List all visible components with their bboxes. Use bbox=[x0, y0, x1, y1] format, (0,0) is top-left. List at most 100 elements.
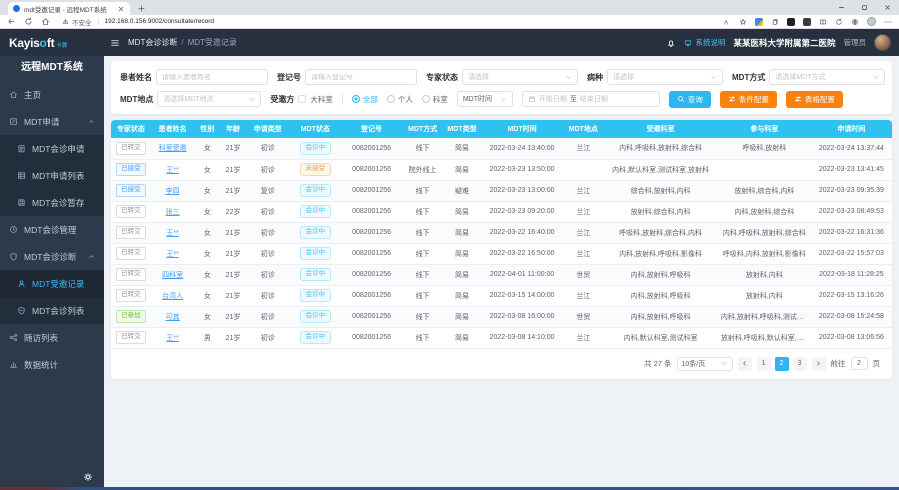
time-field-select[interactable]: MDT时间 bbox=[457, 91, 513, 107]
next-page-button[interactable] bbox=[812, 357, 826, 371]
sidebar-item-mdt-consult-apply[interactable]: MDT会诊申请 bbox=[0, 135, 104, 162]
profile-avatar[interactable] bbox=[867, 17, 876, 26]
system-note-link[interactable]: 系统说明 bbox=[684, 37, 725, 48]
patient-name-link[interactable]: 李四 bbox=[166, 188, 180, 195]
tab-close-icon[interactable] bbox=[117, 5, 125, 13]
patient-name-link[interactable]: 王** bbox=[166, 230, 178, 237]
close-button[interactable] bbox=[876, 0, 899, 14]
disease-select[interactable]: 请选择 bbox=[607, 69, 723, 85]
new-tab-button[interactable] bbox=[137, 4, 146, 13]
cell-mdt-mode: 线下 bbox=[402, 138, 443, 159]
sidebar-item-followup-list[interactable]: 随访列表 bbox=[0, 324, 104, 351]
sidebar-item-label: MDT申请列表 bbox=[32, 170, 84, 182]
sync-icon[interactable] bbox=[835, 18, 843, 26]
patient-name-input[interactable] bbox=[162, 74, 262, 81]
patient-name-link[interactable]: 可其 bbox=[166, 314, 180, 321]
url-text[interactable]: 192.168.0.156:9002/consultate/record bbox=[98, 18, 215, 25]
page-size-select[interactable]: 10条/页 bbox=[677, 357, 733, 371]
search-button[interactable]: 查询 bbox=[669, 91, 711, 108]
total-count: 共 27 条 bbox=[644, 358, 672, 369]
table-config-button[interactable]: 表格配置 bbox=[786, 91, 843, 108]
browser-extension-icon[interactable] bbox=[851, 18, 859, 26]
radio-all[interactable]: 全部 bbox=[352, 94, 378, 105]
extension-icon[interactable] bbox=[787, 18, 795, 26]
column-header-reg-no: 登记号 bbox=[341, 120, 402, 138]
cell-invited-depts: 内科,放射科,呼吸科 bbox=[603, 264, 718, 285]
cell-mdt-type: 疑难 bbox=[443, 180, 480, 201]
extension-icon[interactable] bbox=[803, 18, 811, 26]
cell-patient-name: 台湾人 bbox=[151, 285, 195, 306]
patient-name-link[interactable]: 台湾人 bbox=[162, 293, 183, 300]
sidebar-collapse-icon[interactable] bbox=[110, 38, 120, 48]
jump-page-input[interactable] bbox=[851, 357, 868, 370]
maximize-button[interactable] bbox=[853, 0, 876, 14]
back-button[interactable] bbox=[7, 17, 16, 26]
patient-name-link[interactable]: 科室受邀 bbox=[159, 145, 187, 152]
mdt-mode-select[interactable]: 请选择MDT方式 bbox=[769, 69, 885, 85]
chevron-left-icon bbox=[741, 360, 748, 367]
calendar-icon bbox=[528, 95, 536, 103]
cell-mdt-mode: 线下 bbox=[402, 180, 443, 201]
patient-name-link[interactable]: 王** bbox=[166, 251, 178, 258]
page-button-1[interactable]: 1 bbox=[757, 357, 771, 371]
table-row: 已参加可其女21岁初诊会诊中0082001256线下简易2022-03-08 1… bbox=[111, 306, 892, 327]
sidebar-item-mdt-consult-manage[interactable]: MDT会诊管理 bbox=[0, 216, 104, 243]
patient-name-link[interactable]: 四科室 bbox=[162, 272, 183, 279]
cell-expert-status: 已转交 bbox=[111, 201, 151, 222]
user-role[interactable]: 管理员 bbox=[844, 37, 867, 48]
home-button[interactable] bbox=[41, 17, 50, 26]
cell-mdt-place: 兰江 bbox=[563, 327, 603, 348]
notification-bell-icon[interactable] bbox=[666, 38, 676, 48]
sidebar-item-mdt-invite-record[interactable]: MDT受邀记录 bbox=[0, 270, 104, 297]
svg-text:A: A bbox=[724, 20, 728, 26]
cell-expert-status: 已接受 bbox=[111, 180, 151, 201]
radio-dept[interactable]: 科室 bbox=[422, 94, 448, 105]
expert-status-tag: 已转交 bbox=[116, 226, 146, 239]
expert-status-tag: 已接受 bbox=[116, 184, 146, 197]
read-aloud-icon[interactable]: A bbox=[723, 18, 731, 26]
sidebar-item-mdt-consult-draft[interactable]: MDT会诊暂存 bbox=[0, 189, 104, 216]
page-button-2[interactable]: 2 bbox=[775, 357, 789, 371]
favorite-icon[interactable] bbox=[739, 18, 747, 26]
cell-mdt-time: 2022-03-08 16:00:00 bbox=[481, 306, 564, 327]
refresh-button[interactable] bbox=[24, 17, 33, 26]
sidebar-item-data-stats[interactable]: 数据统计 bbox=[0, 351, 104, 378]
cell-mdt-status: 会诊中 bbox=[290, 306, 341, 327]
filter-disease: 病种 请选择 bbox=[587, 69, 723, 85]
more-menu-icon[interactable] bbox=[884, 18, 892, 26]
reg-no-input[interactable] bbox=[311, 74, 411, 81]
cell-expert-status: 已转交 bbox=[111, 222, 151, 243]
radio-personal[interactable]: 个人 bbox=[387, 94, 413, 105]
big-dept-checkbox[interactable] bbox=[298, 95, 306, 103]
patient-name-link[interactable]: 王** bbox=[166, 167, 178, 174]
minimize-button[interactable] bbox=[830, 0, 853, 14]
browser-tab[interactable]: mdt受邀记录 - 远程MDT系统 bbox=[8, 2, 130, 15]
main-content: 患者姓名 登记号 专家状态 请选择 病种 请选择 bbox=[104, 56, 899, 487]
patient-name-link[interactable]: 张三 bbox=[166, 209, 180, 216]
expert-status-select[interactable]: 请选择 bbox=[462, 69, 578, 85]
collections-icon[interactable] bbox=[771, 18, 779, 26]
condition-config-button[interactable]: 条件配置 bbox=[720, 91, 777, 108]
shield-icon bbox=[17, 306, 26, 315]
gear-icon[interactable] bbox=[83, 472, 93, 482]
cell-mdt-mode: 线下 bbox=[402, 306, 443, 327]
extension-icon[interactable] bbox=[755, 18, 763, 26]
chevron-down-icon bbox=[710, 74, 717, 81]
cell-invited-depts: 放射科,综合科,内科 bbox=[603, 201, 718, 222]
patient-name-link[interactable]: 王** bbox=[166, 335, 178, 342]
sidebar-item-mdt-apply[interactable]: MDT申请 bbox=[0, 108, 104, 135]
sidebar-item-mdt-apply-list[interactable]: MDT申请列表 bbox=[0, 162, 104, 189]
sidebar-item-home[interactable]: 主页 bbox=[0, 81, 104, 108]
user-avatar[interactable] bbox=[874, 34, 891, 51]
filter-patient-name: 患者姓名 bbox=[120, 69, 268, 85]
split-screen-icon[interactable] bbox=[819, 18, 827, 26]
page-button-3[interactable]: 3 bbox=[793, 357, 807, 371]
date-range-picker[interactable]: 开始日期 至 结束日期 bbox=[522, 91, 660, 107]
sidebar-item-mdt-consult-diagnose[interactable]: MDT会诊诊断 bbox=[0, 243, 104, 270]
mdt-place-select[interactable]: 请选择MDT地点 bbox=[157, 91, 261, 107]
prev-page-button[interactable] bbox=[738, 357, 752, 371]
security-indicator[interactable]: 不安全 bbox=[62, 17, 92, 27]
cell-mdt-place: 兰江 bbox=[563, 138, 603, 159]
close-icon bbox=[884, 4, 891, 11]
sidebar-item-mdt-consult-list[interactable]: MDT会诊列表 bbox=[0, 297, 104, 324]
